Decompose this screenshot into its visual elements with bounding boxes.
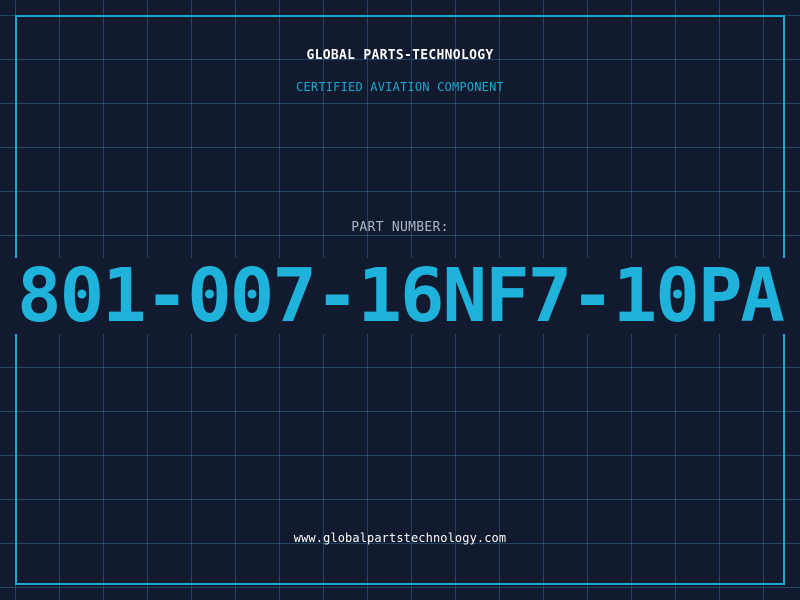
website-link[interactable]: www.globalpartstechnology.com: [0, 531, 800, 545]
certification-subtitle: CERTIFIED AVIATION COMPONENT: [296, 80, 504, 94]
part-label-card: GLOBAL PARTS-TECHNOLOGY CERTIFIED AVIATI…: [0, 0, 800, 600]
part-number-band: 801-007-16NF7-10PA: [0, 258, 800, 334]
part-number-value: 801-007-16NF7-10PA: [17, 258, 785, 334]
part-number-label: PART NUMBER:: [351, 220, 449, 235]
brand-name: GLOBAL PARTS-TECHNOLOGY: [306, 48, 494, 63]
